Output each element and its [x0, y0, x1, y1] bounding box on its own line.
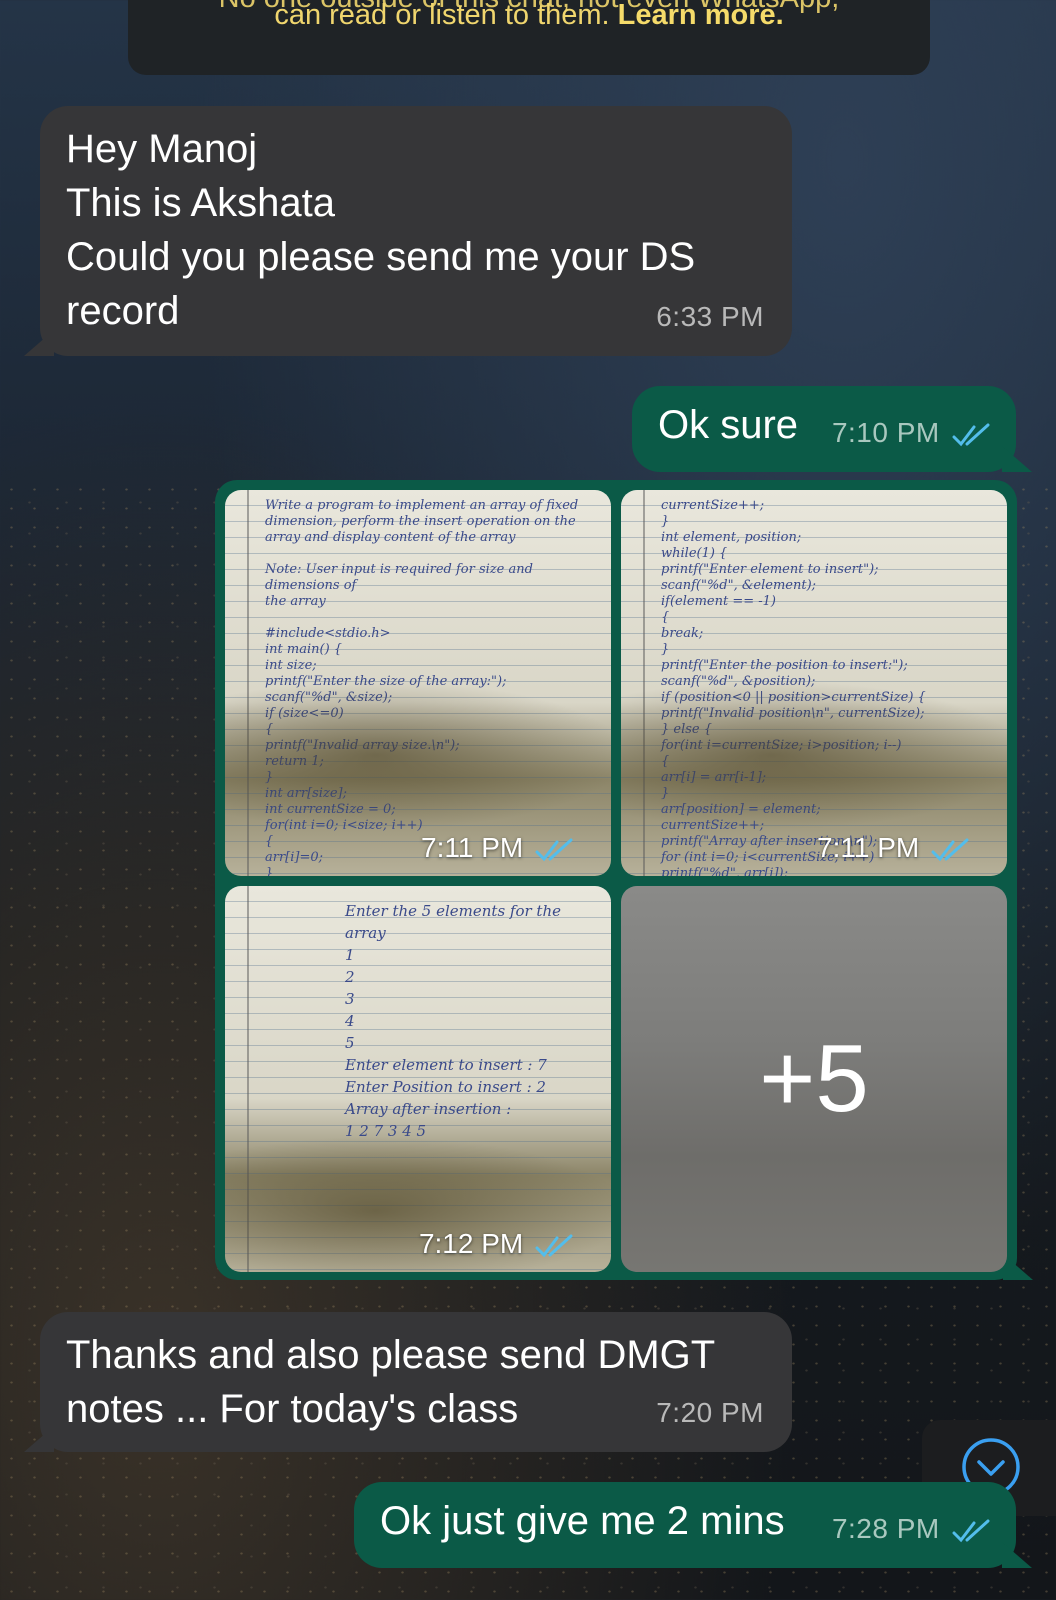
double-check-icon — [535, 838, 573, 861]
encryption-notice-line2: can read or listen to them. Learn more. — [128, 0, 930, 35]
message-bubble-incoming[interactable]: Hey Manoj This is Akshata Could you plea… — [24, 106, 792, 356]
message-bubble-incoming[interactable]: Thanks and also please send DMGT notes .… — [24, 1312, 792, 1452]
double-check-icon — [952, 423, 990, 446]
notebook-page: currentSize++; } int element, position; … — [621, 490, 1007, 876]
bubble-tail — [1003, 1254, 1033, 1280]
photo-shadow — [225, 680, 611, 830]
album-photo-1[interactable]: Write a program to implement an array of… — [225, 490, 611, 876]
photo-shadow — [621, 680, 1007, 830]
message-time: 7:10 PM — [832, 406, 992, 460]
message-time-label: 7:10 PM — [831, 417, 940, 448]
message-bubble-outgoing[interactable]: Ok just give me 2 mins 7:28 PM — [354, 1482, 1032, 1568]
learn-more-link[interactable]: Learn more. — [618, 0, 784, 31]
album-photo-2[interactable]: currentSize++; } int element, position; … — [621, 490, 1007, 876]
message-bubble-outgoing[interactable]: Ok sure 7:10 PM — [632, 386, 1032, 472]
photo-album: Write a program to implement an array of… — [215, 480, 1033, 1280]
album-photo-3[interactable]: Enter the 5 elements for the array 1 2 3… — [225, 886, 611, 1272]
photo-time: 7:11 PM — [421, 832, 575, 864]
bubble-tail — [24, 1426, 54, 1452]
more-photos-count: +5 — [759, 1025, 869, 1132]
photo-time: 7:11 PM — [817, 832, 971, 864]
photo-time-label: 7:12 PM — [418, 1228, 524, 1259]
bubble-tail — [1002, 1542, 1032, 1568]
encryption-notice-text: can read or listen to them. — [274, 0, 610, 31]
message-time-label: 7:28 PM — [831, 1513, 940, 1544]
bubble-tail — [1002, 446, 1032, 472]
notebook-page: Enter the 5 elements for the array 1 2 3… — [225, 886, 611, 1272]
notebook-page: Write a program to implement an array of… — [225, 490, 611, 876]
double-check-icon — [952, 1519, 990, 1542]
message-time: 7:28 PM — [832, 1502, 992, 1556]
photo-time-label: 7:11 PM — [421, 832, 524, 863]
photo-time: 7:12 PM — [419, 1228, 575, 1260]
encryption-notice[interactable]: No one outside of this chat, not even Wh… — [128, 0, 930, 75]
bubble-tail — [24, 330, 54, 356]
double-check-icon — [931, 838, 969, 861]
photo-time-label: 7:11 PM — [817, 832, 920, 863]
handwritten-output: Enter the 5 elements for the array 1 2 3… — [345, 902, 561, 1140]
message-time: 6:33 PM — [656, 301, 764, 332]
album-more-photos[interactable]: +5 — [621, 886, 1007, 1272]
double-check-icon — [535, 1234, 573, 1257]
message-time: 7:20 PM — [656, 1397, 764, 1428]
